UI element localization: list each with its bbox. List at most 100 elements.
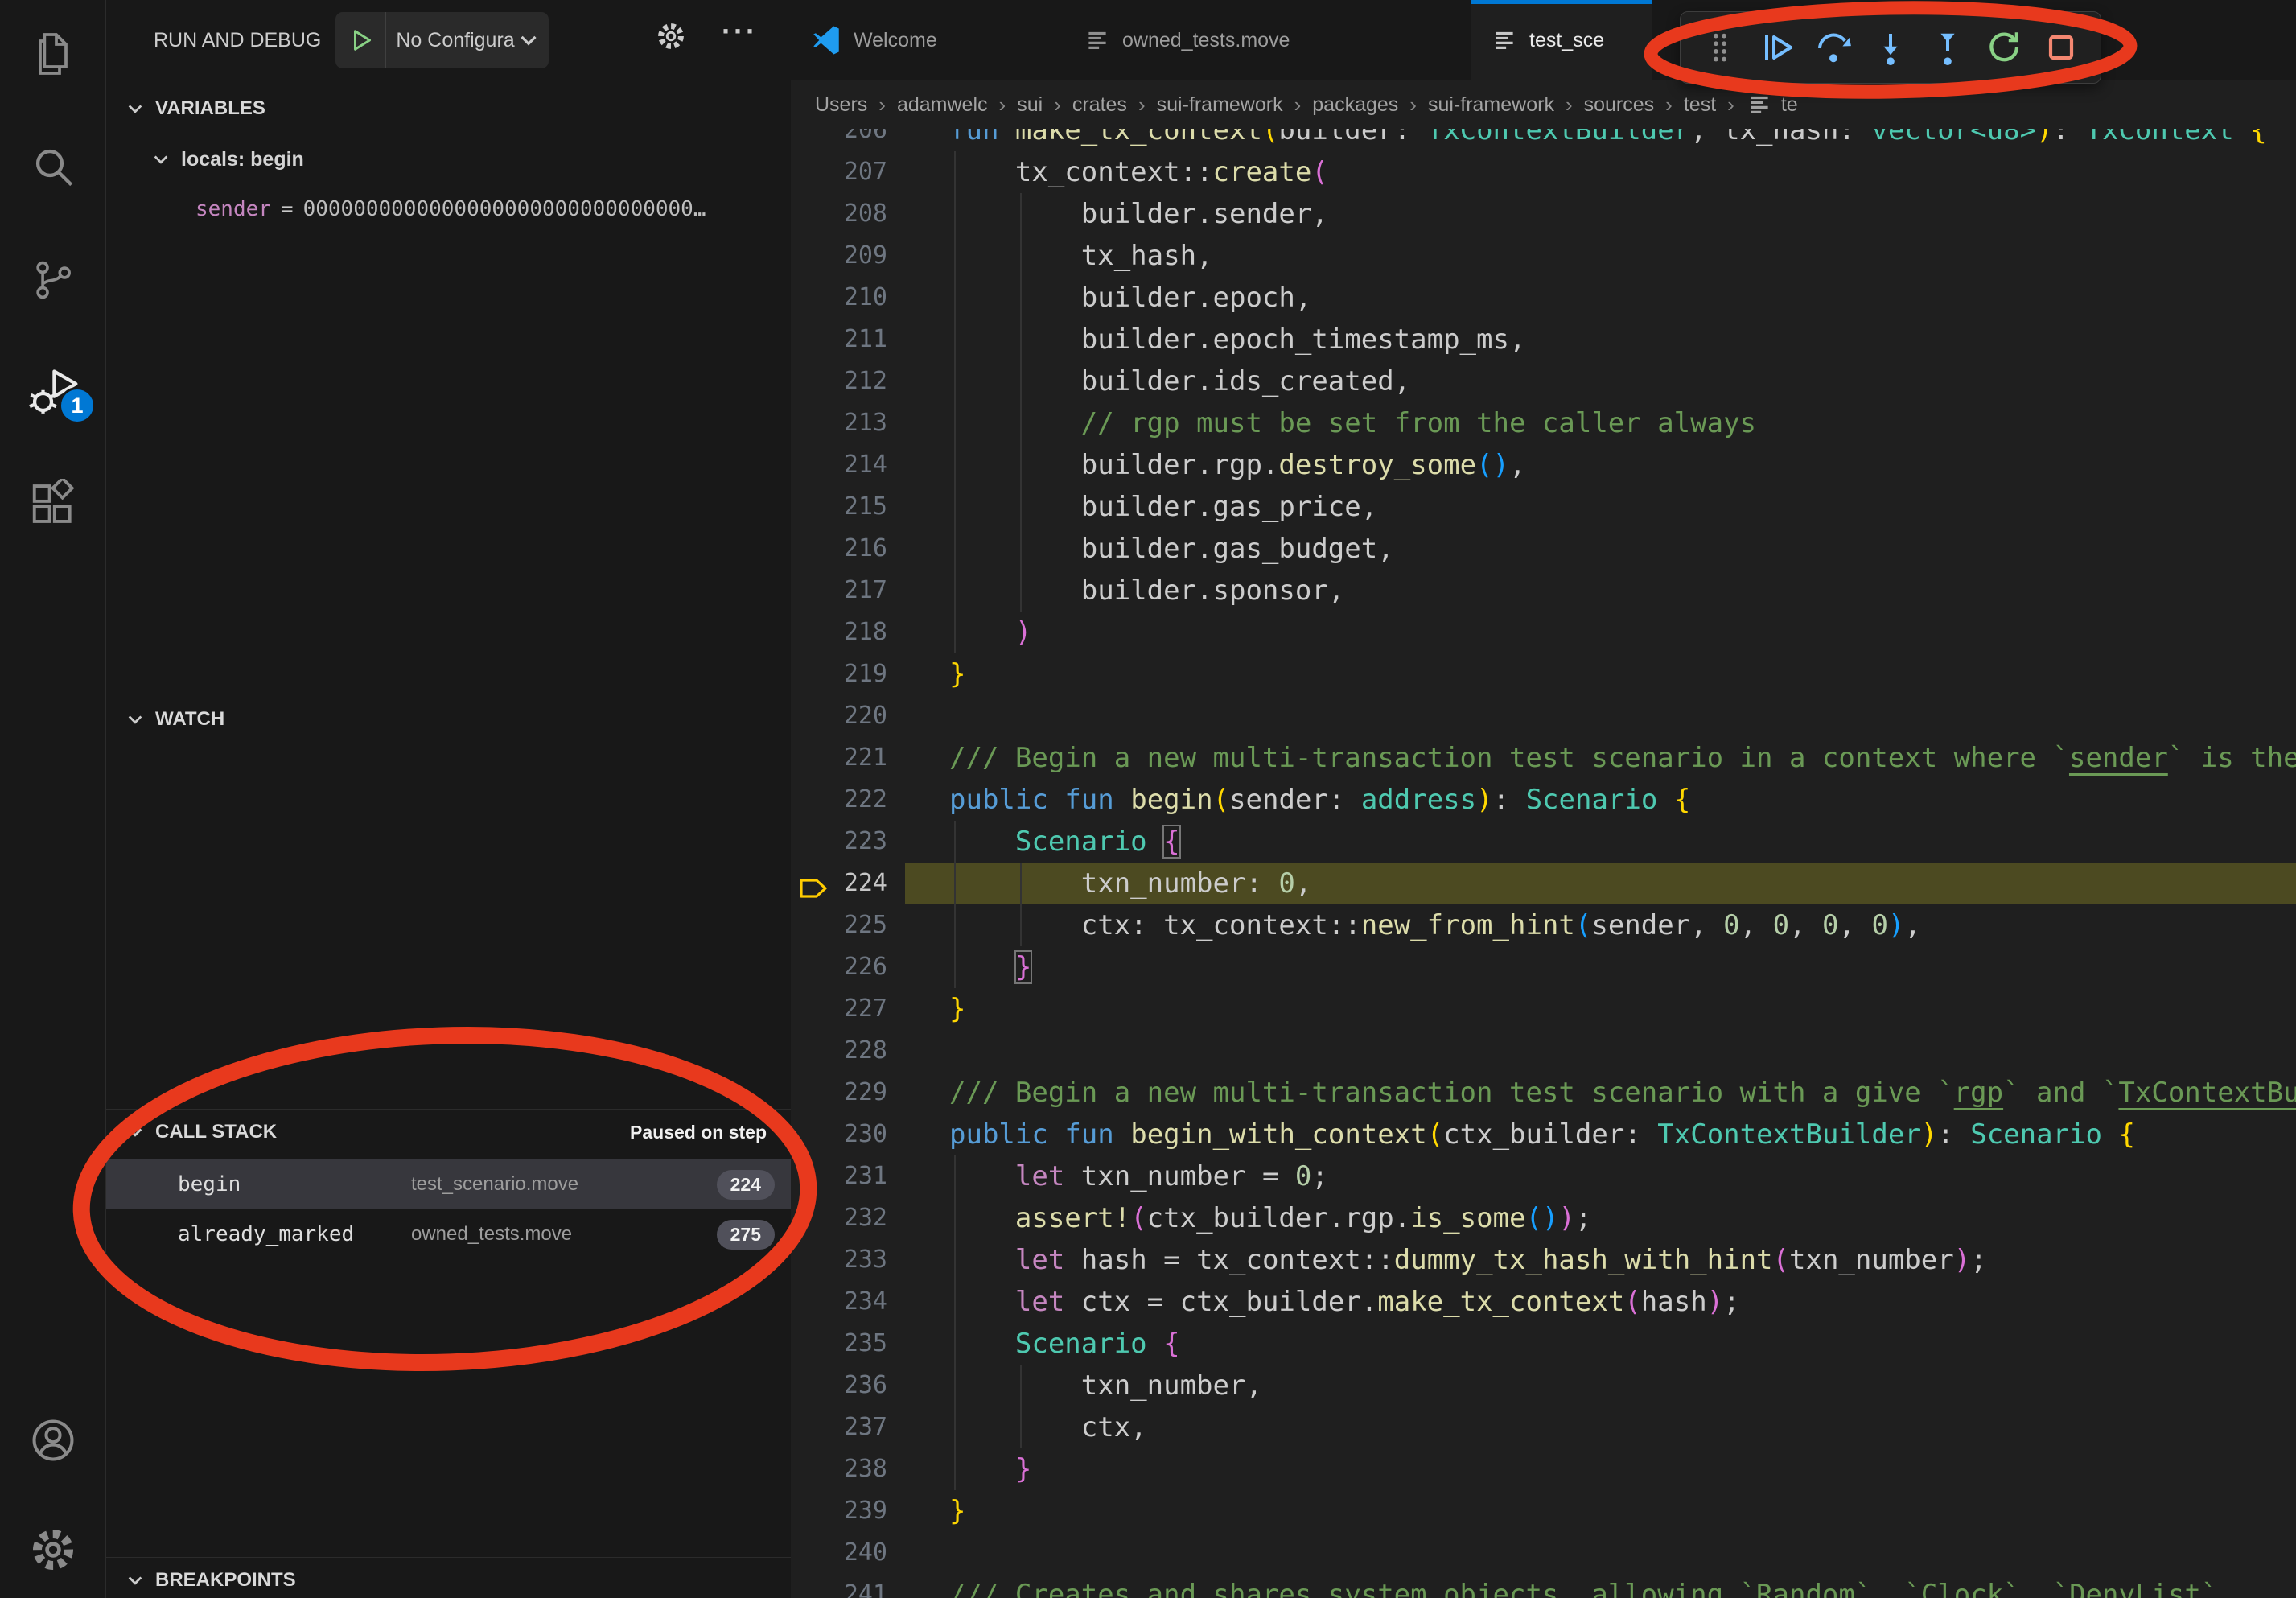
restart-button[interactable] <box>1977 18 2031 77</box>
variables-section-header[interactable]: VARIABLES <box>105 91 791 126</box>
breadcrumb-item[interactable]: sui-framework <box>1157 93 1283 117</box>
stop-button[interactable] <box>2035 18 2088 77</box>
code-line[interactable]: 219} <box>791 653 2296 695</box>
line-number: 216 <box>791 528 913 570</box>
tab-owned_tests.move[interactable]: owned_tests.move <box>1064 0 1471 80</box>
step-into-button[interactable] <box>1864 18 1917 77</box>
breadcrumb-item[interactable]: adamwelc <box>897 93 988 117</box>
breadcrumb-item[interactable]: sui <box>1017 93 1043 117</box>
code-line[interactable]: 213 // rgp must be set from the caller a… <box>791 402 2296 444</box>
code-line[interactable]: 232 assert!(ctx_builder.rgp.is_some()); <box>791 1197 2296 1239</box>
code-line[interactable]: 226 } <box>791 946 2296 988</box>
code-line[interactable]: 229/// Begin a new multi-transaction tes… <box>791 1072 2296 1114</box>
run-configuration-dropdown[interactable]: No Configura <box>335 12 548 68</box>
code-line[interactable]: 211 builder.epoch_timestamp_ms, <box>791 319 2296 360</box>
code-editor[interactable]: 206fun make_tx_context(builder: TxContex… <box>791 109 2296 1598</box>
code-token: is the <box>2184 742 2296 774</box>
code-line[interactable]: 233 let hash = tx_context::dummy_tx_hash… <box>791 1239 2296 1281</box>
code-line[interactable]: 238 } <box>791 1448 2296 1490</box>
code-token: ; <box>1311 1160 1327 1192</box>
tab-Welcome[interactable]: Welcome <box>791 0 1064 80</box>
variables-scope-row[interactable]: locals: begin <box>105 141 791 178</box>
activity-settings-icon[interactable] <box>0 1509 105 1590</box>
breadcrumb-item[interactable]: crates <box>1072 93 1127 117</box>
line-number: 233 <box>791 1239 913 1281</box>
code-line[interactable]: 228 <box>791 1030 2296 1072</box>
breadcrumb-item[interactable]: sources <box>1584 93 1655 117</box>
activity-account-icon[interactable] <box>0 1400 105 1481</box>
code-line[interactable]: 216 builder.gas_budget, <box>791 528 2296 570</box>
code-line[interactable]: 221/// Begin a new multi-transaction tes… <box>791 737 2296 779</box>
code-line[interactable]: 234 let ctx = ctx_builder.make_tx_contex… <box>791 1281 2296 1323</box>
code-line[interactable]: 215 builder.gas_price, <box>791 486 2296 528</box>
code-line[interactable]: 218 ) <box>791 612 2296 653</box>
code-line[interactable]: 236 txn_number, <box>791 1365 2296 1406</box>
code-line[interactable]: 235 Scenario { <box>791 1323 2296 1365</box>
code-line[interactable]: 208 builder.sender, <box>791 193 2296 235</box>
code-line[interactable]: 217 builder.sponsor, <box>791 570 2296 612</box>
continue-button[interactable] <box>1751 18 1804 77</box>
views-more-actions-icon[interactable]: ··· <box>722 14 758 48</box>
variable-sender-row[interactable]: sender = 0000000000000000000000000000000… <box>105 191 791 228</box>
line-number: 207 <box>791 151 913 193</box>
run-config-label[interactable]: No Configura <box>386 29 514 52</box>
chevron-down-icon[interactable] <box>515 28 549 52</box>
line-content: tx_hash, <box>913 235 2296 277</box>
code-line[interactable]: 207 tx_context::create( <box>791 151 2296 193</box>
code-line[interactable]: 214 builder.rgp.destroy_some(), <box>791 444 2296 486</box>
code-line[interactable]: 237 ctx, <box>791 1406 2296 1448</box>
breadcrumb[interactable]: Users›adamwelc›sui›crates›sui-framework›… <box>791 80 2296 129</box>
breakpoints-section-header[interactable]: BREAKPOINTS <box>105 1563 791 1598</box>
code-line[interactable]: 230public fun begin_with_context(ctx_bui… <box>791 1114 2296 1155</box>
breadcrumb-item[interactable]: test <box>1684 93 1716 117</box>
code-token: builder.sender, <box>949 198 1328 230</box>
code-line[interactable]: 241/// Creates and shares system objects… <box>791 1574 2296 1598</box>
code-token: 0 <box>1295 1160 1311 1192</box>
vscode-logo-icon <box>810 24 842 56</box>
line-number: 236 <box>791 1365 913 1406</box>
code-token <box>1048 1118 1064 1151</box>
code-token <box>949 826 1015 858</box>
breadcrumb-item[interactable]: Users <box>815 93 867 117</box>
code-line[interactable]: 224 txn_number: 0, <box>791 863 2296 904</box>
code-line[interactable]: 220 <box>791 695 2296 737</box>
variable-equals: = <box>271 197 303 221</box>
debug-settings-gear-icon[interactable] <box>654 19 688 57</box>
code-token: builder.epoch_timestamp_ms, <box>949 323 1525 356</box>
activity-search-icon[interactable] <box>0 126 105 207</box>
code-line[interactable]: 209 tx_hash, <box>791 235 2296 277</box>
call-stack-frame[interactable]: already_markedowned_tests.move275 <box>105 1209 791 1259</box>
code-token <box>949 407 1081 439</box>
code-line[interactable]: 225 ctx: tx_context::new_from_hint(sende… <box>791 904 2296 946</box>
line-content: } <box>913 988 2296 1030</box>
call-stack-section-header[interactable]: CALL STACK Paused on step <box>105 1114 791 1150</box>
activity-run-and-debug-icon[interactable]: 1 <box>0 352 105 432</box>
code-line[interactable]: 212 builder.ids_created, <box>791 360 2296 402</box>
breadcrumb-item[interactable]: sui-framework <box>1428 93 1554 117</box>
breadcrumb-item[interactable]: packages <box>1312 93 1398 117</box>
tab-test_sce[interactable]: test_sce <box>1471 0 1652 80</box>
code-line[interactable]: 223 Scenario { <box>791 821 2296 863</box>
code-token: builder.rgp. <box>949 449 1278 481</box>
code-line[interactable]: 240 <box>791 1532 2296 1574</box>
activity-explorer-icon[interactable] <box>0 14 105 94</box>
breadcrumb-file-item[interactable]: te <box>1781 93 1798 117</box>
code-line[interactable]: 231 let txn_number = 0; <box>791 1155 2296 1197</box>
indent-guide <box>1020 277 1022 319</box>
call-stack-frame[interactable]: begintest_scenario.move224 <box>105 1159 791 1209</box>
activity-source-control-icon[interactable] <box>0 240 105 320</box>
line-content <box>913 1030 2296 1072</box>
code-token: assert! <box>1015 1202 1130 1234</box>
chevron-down-icon <box>125 1122 146 1143</box>
activity-extensions-icon[interactable] <box>0 463 105 544</box>
code-line[interactable]: 239} <box>791 1490 2296 1532</box>
step-over-button[interactable] <box>1807 18 1860 77</box>
step-out-button[interactable] <box>1921 18 1974 77</box>
code-line[interactable]: 222public fun begin(sender: address): Sc… <box>791 779 2296 821</box>
code-line[interactable]: 227} <box>791 988 2296 1030</box>
start-debug-icon[interactable] <box>335 12 386 68</box>
toolbar-gripper-handle[interactable] <box>1693 18 1747 77</box>
line-number: 223 <box>791 821 913 863</box>
watch-section-header[interactable]: WATCH <box>105 702 791 737</box>
code-line[interactable]: 210 builder.epoch, <box>791 277 2296 319</box>
